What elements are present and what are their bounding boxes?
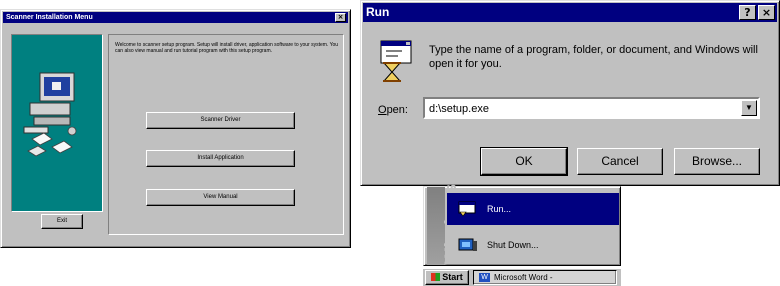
scanner-illustration-panel — [11, 34, 103, 212]
run-program-icon — [380, 40, 412, 82]
scanner-driver-button[interactable]: Scanner Driver — [146, 112, 295, 129]
run-description: Type the name of a program, folder, or d… — [429, 44, 758, 70]
scanner-window-title: Scanner Installation Menu — [6, 14, 93, 21]
start-menu: Windows Run... Shut Down... — [423, 184, 621, 266]
start-menu-banner: Windows — [427, 184, 460, 265]
run-close-button[interactable]: × — [758, 5, 775, 20]
open-combobox[interactable]: d:\setup.exe ▼ — [423, 97, 760, 119]
scanner-installation-window: Scanner Installation Menu × Welcome to s… — [0, 9, 351, 248]
dropdown-arrow-icon[interactable]: ▼ — [741, 100, 757, 116]
menu-item-shutdown[interactable]: Shut Down... — [447, 229, 619, 261]
open-label: Open: — [378, 104, 408, 116]
computer-illustration-icon — [23, 72, 77, 157]
scanner-close-button[interactable]: × — [335, 13, 346, 22]
run-title-bar: Run ? × — [363, 3, 777, 22]
open-label-text: pen: — [386, 104, 408, 116]
help-button[interactable]: ? — [739, 5, 756, 20]
browse-button[interactable]: Browse... — [674, 148, 760, 175]
open-input-value[interactable]: d:\setup.exe — [429, 103, 489, 115]
install-application-button[interactable]: Install Application — [146, 150, 295, 167]
run-dialog-window: Run ? × Type the name of a program, fold… — [360, 0, 780, 186]
start-label: Start — [442, 272, 463, 282]
exit-button[interactable]: Exit — [41, 214, 83, 229]
run-icon — [458, 201, 476, 217]
taskbar-item-word-label: Microsoft Word - — [494, 273, 553, 282]
scanner-title-bar: Scanner Installation Menu × — [3, 12, 348, 23]
taskbar-item-word[interactable]: W Microsoft Word - — [473, 270, 617, 285]
word-app-icon: W — [479, 273, 490, 282]
windows-logo-icon — [431, 273, 441, 281]
open-label-accesskey: O — [378, 104, 387, 116]
taskbar: Start W Microsoft Word - — [423, 268, 621, 286]
menu-item-run-label: Run... — [487, 204, 512, 214]
cancel-button[interactable]: Cancel — [577, 148, 663, 175]
ok-button[interactable]: OK — [480, 147, 568, 176]
view-manual-button[interactable]: View Manual — [146, 189, 295, 206]
menu-item-shutdown-label: Shut Down... — [487, 240, 539, 250]
menu-item-run[interactable]: Run... — [447, 193, 619, 225]
run-window-title: Run — [366, 5, 390, 19]
shutdown-icon — [458, 238, 477, 251]
start-button[interactable]: Start — [425, 270, 469, 285]
scanner-welcome-text: Welcome to scanner setup program. Setup … — [115, 42, 339, 54]
